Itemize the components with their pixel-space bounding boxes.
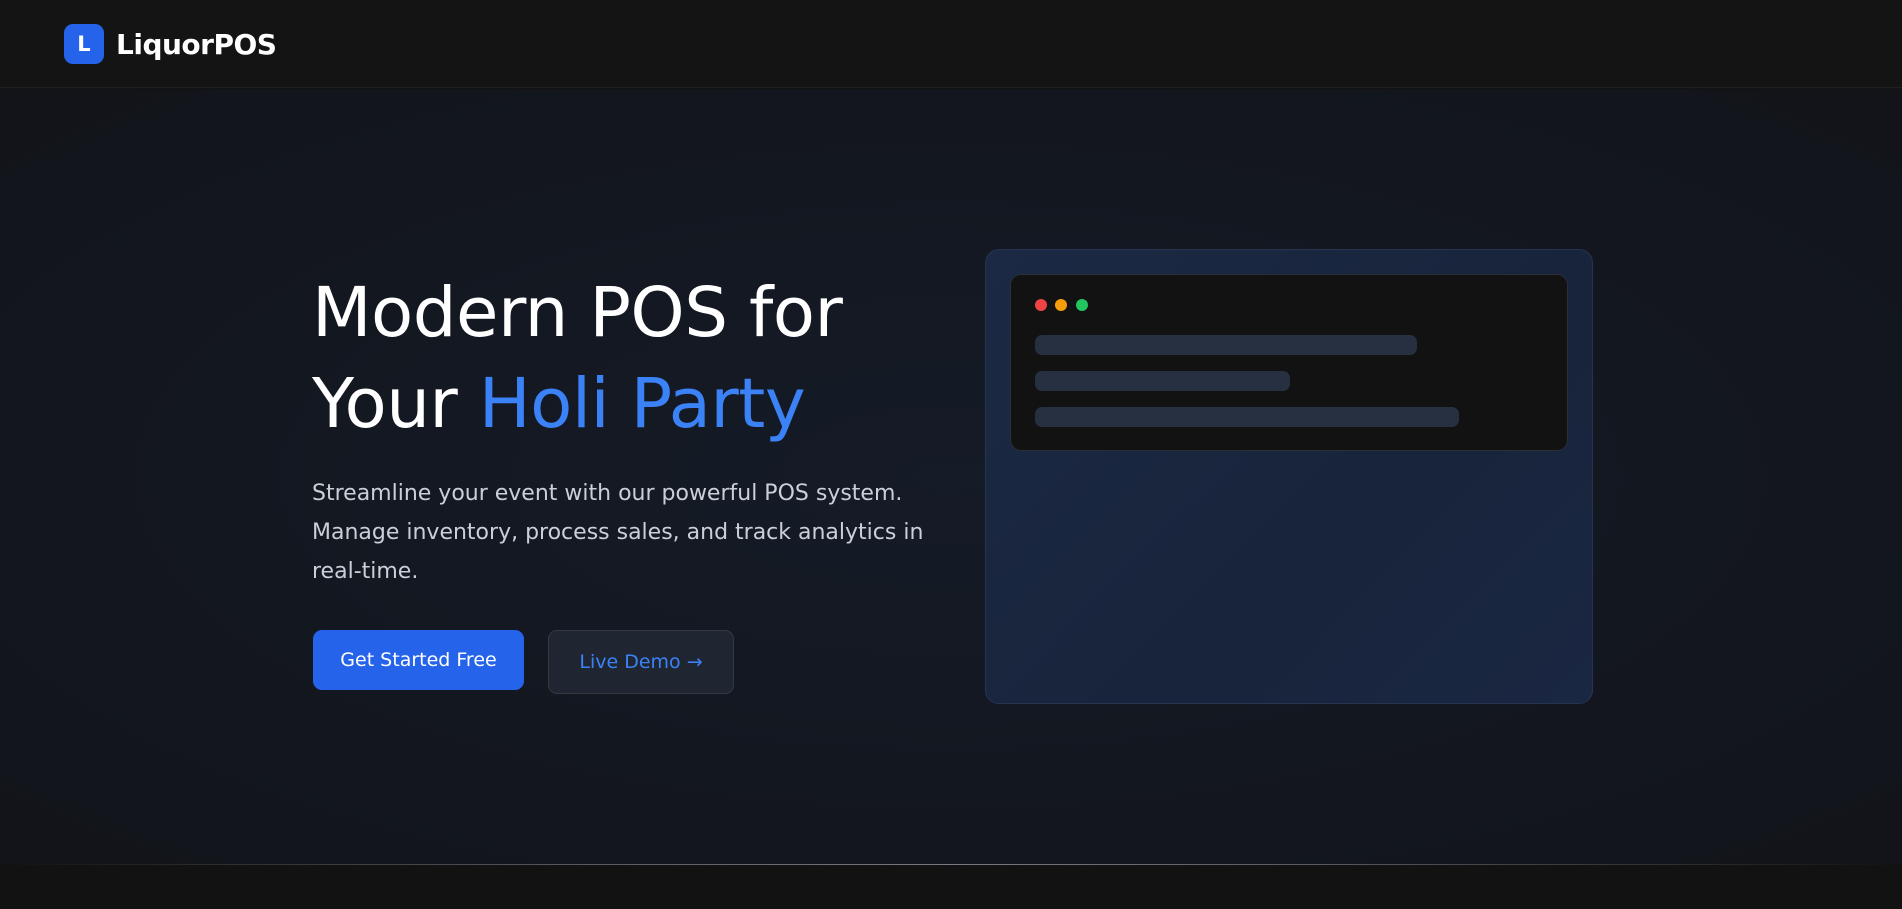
app-preview-card [985,249,1593,704]
headline-line-1: Modern POS for [312,273,843,353]
hero-subtext: Streamline your event with our powerful … [312,481,924,584]
brand-logo[interactable]: L LiquorPOS [64,24,277,64]
preview-window [1010,274,1568,451]
maximize-dot-icon [1076,299,1088,311]
hero-headline: Modern POS for Your Holi Party [312,268,843,450]
close-dot-icon [1035,299,1047,311]
placeholder-line [1035,407,1459,427]
footer [0,865,1902,909]
hero-section [0,89,1902,864]
brand-name: LiquorPOS [116,27,277,61]
logo-mark-icon: L [64,24,104,64]
top-navbar: L LiquorPOS [0,0,1902,88]
headline-line-2-prefix: Your [312,364,458,444]
placeholder-line [1035,335,1417,355]
live-demo-button[interactable]: Live Demo → [548,630,734,694]
minimize-dot-icon [1055,299,1067,311]
headline-highlight: Holi Party [478,364,806,444]
get-started-button[interactable]: Get Started Free [313,630,524,690]
placeholder-line [1035,371,1290,391]
